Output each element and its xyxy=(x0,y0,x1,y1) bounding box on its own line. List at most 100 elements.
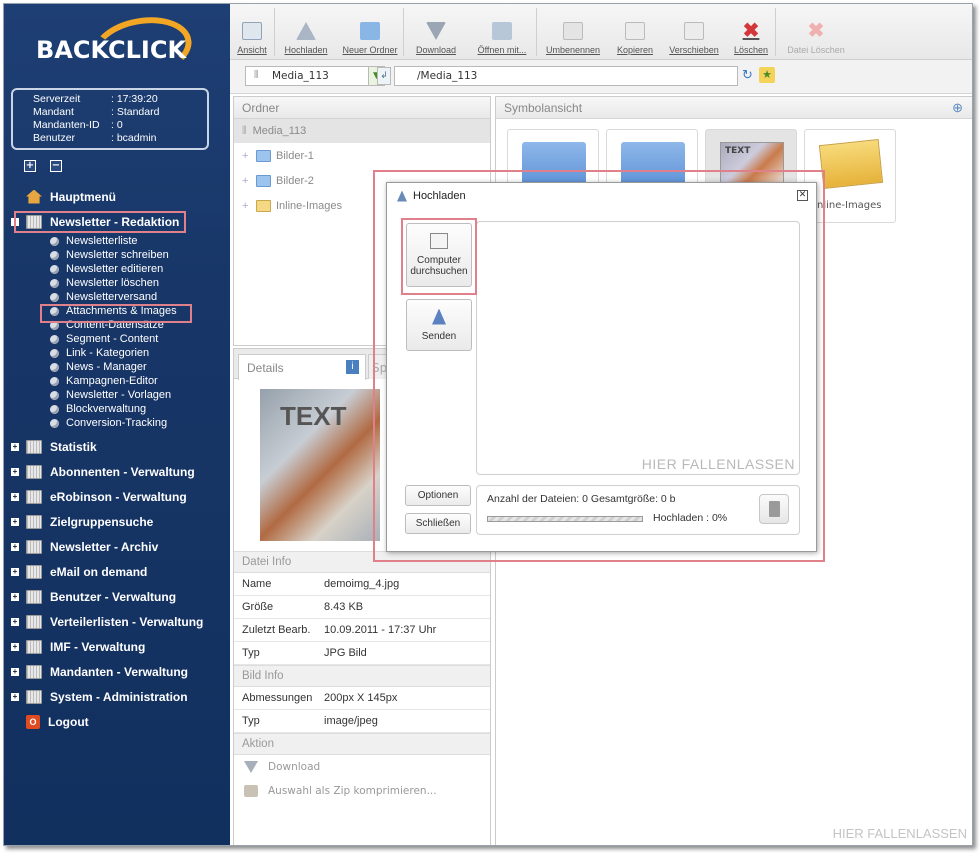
highlight-newsletter-redaktion xyxy=(14,211,186,233)
nav-archiv[interactable]: + Newsletter - Archiv xyxy=(4,534,230,559)
expand-icon[interactable]: + xyxy=(11,468,19,476)
trash-button[interactable] xyxy=(759,494,789,524)
expand-icon[interactable]: + xyxy=(11,568,19,576)
folder-select[interactable]: ⫴ Media_113 ▼ xyxy=(245,66,385,86)
session-info: Serverzeit: 17:39:20 Mandant: Standard M… xyxy=(11,88,209,150)
expand-icon[interactable]: + xyxy=(11,593,19,601)
image-folder-icon xyxy=(256,200,271,212)
submenu-item[interactable]: Blockverwaltung xyxy=(50,402,230,416)
folder-icon xyxy=(26,589,42,604)
submenu-item[interactable]: Newsletterversand xyxy=(50,290,230,304)
submenu-item[interactable]: Newsletter schreiben xyxy=(50,248,230,262)
folder-icon xyxy=(256,150,271,162)
hochladen-button[interactable]: Hochladen xyxy=(275,4,337,60)
nav-benutzer[interactable]: + Benutzer - Verwaltung xyxy=(4,584,230,609)
senden-button[interactable]: Senden xyxy=(406,299,472,351)
tree-item-root[interactable]: ⫴ Media_113 xyxy=(234,119,490,144)
nav-verteilerlisten[interactable]: + Verteilerlisten - Verwaltung xyxy=(4,609,230,634)
bookmark-star-icon[interactable]: ★ xyxy=(759,67,775,83)
drop-zone[interactable]: HIER FALLENLASSEN xyxy=(476,221,800,475)
folder-icon xyxy=(26,464,42,479)
expand-icon[interactable]: + xyxy=(11,543,19,551)
expand-icon[interactable]: + xyxy=(11,618,19,626)
download-button[interactable]: Download xyxy=(404,4,468,60)
expand-all-button[interactable]: + xyxy=(24,160,36,172)
expand-icon[interactable]: + xyxy=(242,175,256,187)
folder-icon xyxy=(26,614,42,629)
verschieben-button[interactable]: Verschieben xyxy=(661,4,727,60)
nav-statistik[interactable]: + Statistik xyxy=(4,434,230,459)
nav-email-on-demand[interactable]: + eMail on demand xyxy=(4,559,230,584)
drop-hint: HIER FALLENLASSEN xyxy=(832,826,967,841)
datei-loeschen-button[interactable]: ✖ Datei Löschen xyxy=(776,4,856,60)
expand-icon[interactable]: + xyxy=(11,493,19,501)
folder-up-icon[interactable]: ↲ xyxy=(377,67,391,85)
submenu-item[interactable]: Segment - Content xyxy=(50,332,230,346)
expand-icon[interactable]: + xyxy=(242,150,256,162)
action-download[interactable]: Download xyxy=(234,755,490,779)
submenu-item[interactable]: Link - Kategorien xyxy=(50,346,230,360)
info-row: Größe 8.43 KB xyxy=(234,596,490,619)
action-zip[interactable]: Auswahl als Zip komprimieren... xyxy=(234,779,490,803)
submenu-item[interactable]: Newsletterliste xyxy=(50,234,230,248)
upload-icon xyxy=(296,22,316,40)
tree-item[interactable]: + Bilder-1 xyxy=(234,144,490,169)
expand-icon[interactable]: + xyxy=(11,693,19,701)
bullet-icon xyxy=(50,236,59,246)
info-icon: i xyxy=(346,360,359,374)
neuer-ordner-button[interactable]: Neuer Ordner xyxy=(337,4,403,60)
submenu-item[interactable]: Kampagnen-Editor xyxy=(50,374,230,388)
upload-percent: Hochladen : 0% xyxy=(653,512,728,524)
nav-mandanten[interactable]: + Mandanten - Verwaltung xyxy=(4,659,230,684)
loeschen-button[interactable]: ✖ Löschen xyxy=(727,4,775,60)
expand-icon[interactable]: + xyxy=(11,668,19,676)
nav-imf[interactable]: + IMF - Verwaltung xyxy=(4,634,230,659)
highlight-computer-button xyxy=(401,218,477,295)
drop-hint: HIER FALLENLASSEN xyxy=(641,456,795,472)
nav-erobinson[interactable]: + eRobinson - Verwaltung xyxy=(4,484,230,509)
oeffnen-mit-button[interactable]: Öffnen mit... xyxy=(468,4,536,60)
close-icon[interactable]: ✕ xyxy=(797,190,808,201)
bullet-icon xyxy=(50,362,59,372)
expand-icon[interactable]: + xyxy=(11,518,19,526)
logout-icon: O xyxy=(26,714,40,729)
path-input[interactable]: /Media_113 xyxy=(394,66,738,86)
collapse-all-button[interactable]: − xyxy=(50,160,62,172)
bullet-icon xyxy=(50,292,59,302)
upload-status: Anzahl der Dateien: 0 Gesamtgröße: 0 b H… xyxy=(476,485,800,535)
expand-icon[interactable]: + xyxy=(11,643,19,651)
expand-icon[interactable]: + xyxy=(11,443,19,451)
toolbar: Ansicht Hochladen Neuer Ordner Download … xyxy=(230,4,972,60)
submenu-item[interactable]: Conversion-Tracking xyxy=(50,416,230,430)
bullet-icon xyxy=(50,376,59,386)
zoom-icon[interactable]: ⊕ xyxy=(952,100,963,116)
file-stats: Anzahl der Dateien: 0 Gesamtgröße: 0 b xyxy=(487,493,676,505)
umbenennen-button[interactable]: Umbenennen xyxy=(537,4,609,60)
refresh-icon[interactable]: ↻ xyxy=(742,68,756,84)
delete-icon: ✖ xyxy=(742,20,760,42)
tree-controls: + − xyxy=(24,160,62,172)
tab-details[interactable]: Details i xyxy=(238,354,366,380)
submenu-item[interactable]: Newsletter - Vorlagen xyxy=(50,388,230,402)
folder-icon xyxy=(26,489,42,504)
nav-system[interactable]: + System - Administration xyxy=(4,684,230,709)
info-row: Name demoimg_4.jpg xyxy=(234,573,490,596)
nav-abonnenten[interactable]: + Abonnenten - Verwaltung xyxy=(4,459,230,484)
submenu-item[interactable]: Newsletter editieren xyxy=(50,262,230,276)
schliessen-button[interactable]: Schließen xyxy=(405,513,471,534)
expand-icon[interactable]: + xyxy=(242,200,256,212)
kopieren-button[interactable]: Kopieren xyxy=(609,4,661,60)
home-icon xyxy=(26,189,42,204)
aktion-header: Aktion xyxy=(234,733,490,755)
bullet-icon xyxy=(50,418,59,428)
logo-text: BACKCLICK xyxy=(36,36,187,64)
submenu-item[interactable]: Newsletter löschen xyxy=(50,276,230,290)
nav-home[interactable]: Hauptmenü xyxy=(4,184,230,209)
nav-logout[interactable]: O Logout xyxy=(4,709,230,734)
nav-zielgruppensuche[interactable]: + Zielgruppensuche xyxy=(4,509,230,534)
bullet-icon xyxy=(50,334,59,344)
ansicht-button[interactable]: Ansicht xyxy=(230,4,274,60)
image-folder-icon xyxy=(818,138,884,190)
optionen-button[interactable]: Optionen xyxy=(405,485,471,506)
submenu-item[interactable]: News - Manager xyxy=(50,360,230,374)
